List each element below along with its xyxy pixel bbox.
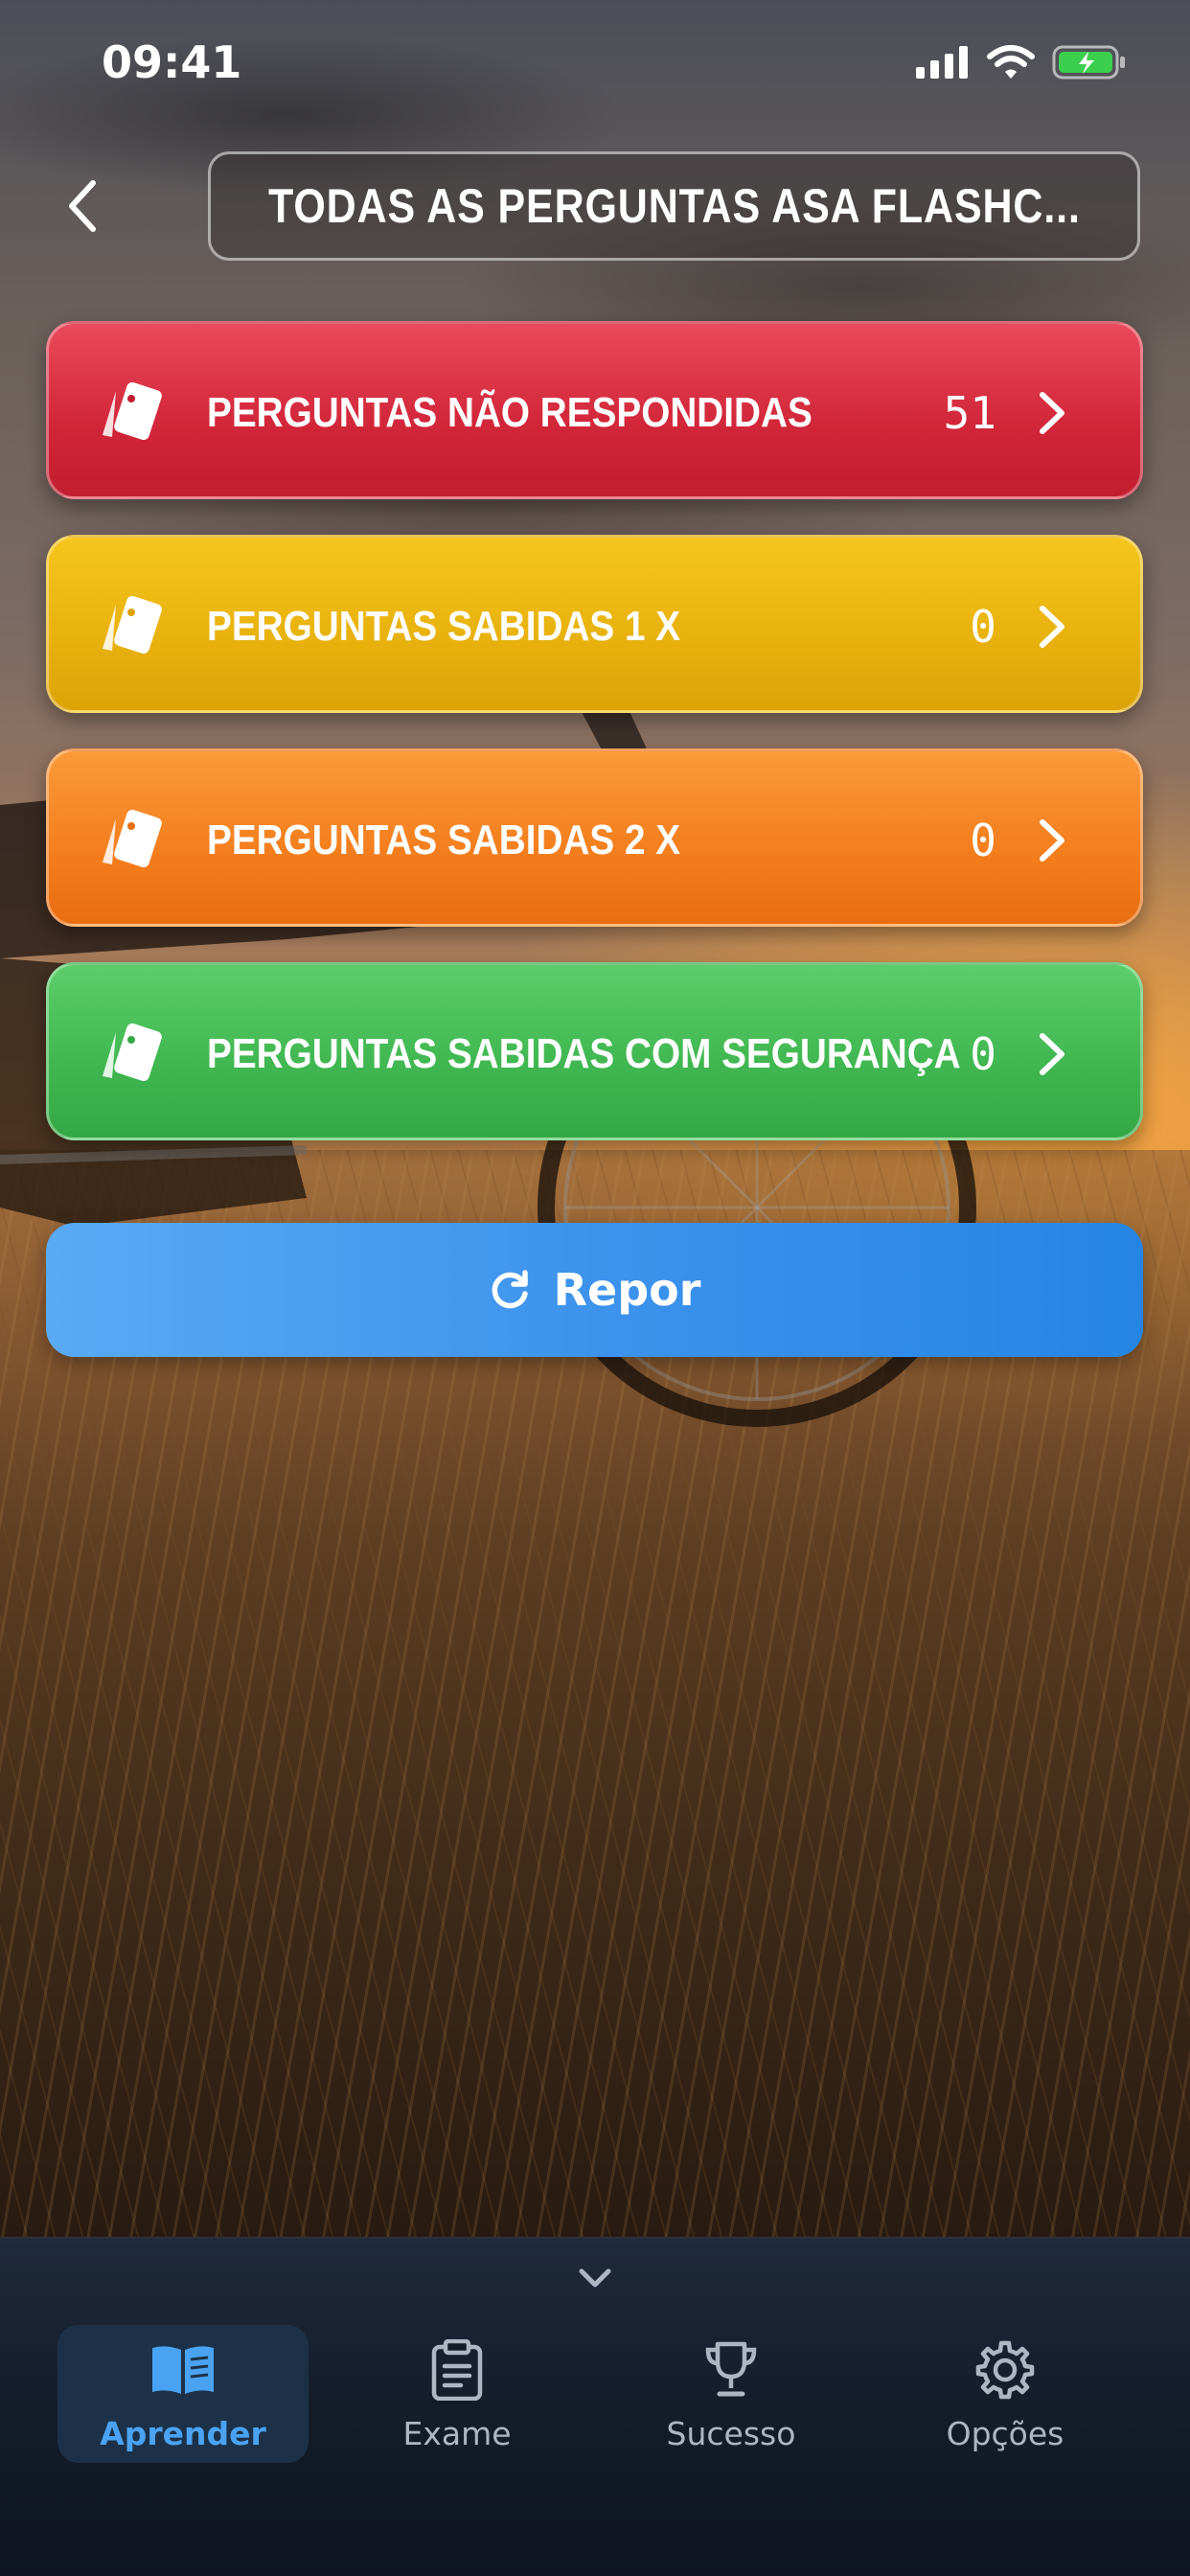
category-label: PERGUNTAS NÃO RESPONDIDAS — [207, 389, 812, 436]
category-unanswered[interactable]: PERGUNTAS NÃO RESPONDIDAS 51 — [46, 321, 1143, 499]
tab-exame[interactable]: Exame — [332, 2325, 583, 2463]
category-known-2x[interactable]: PERGUNTAS SABIDAS 2 X 0 — [46, 748, 1143, 927]
tab-label: Exame — [402, 2415, 512, 2452]
category-known-1x[interactable]: PERGUNTAS SABIDAS 1 X 0 — [46, 535, 1143, 713]
category-count: 51 — [943, 387, 996, 439]
battery-charging-icon — [1052, 45, 1125, 80]
category-known-confident[interactable]: PERGUNTAS SABIDAS COM SEGURANÇA 0 — [46, 962, 1143, 1140]
flashcards-icon — [103, 382, 162, 440]
page-title: TODAS AS PERGUNTAS ASA FLASHC... — [267, 179, 1081, 233]
flashcards-icon — [103, 1024, 162, 1081]
back-button[interactable] — [54, 172, 111, 240]
category-count: 0 — [970, 601, 996, 653]
chevron-right-icon — [1040, 392, 1064, 434]
tab-label: Opções — [946, 2415, 1064, 2452]
chevron-right-icon — [1040, 606, 1064, 648]
cellular-signal-icon — [916, 46, 968, 79]
chevron-left-icon — [69, 180, 96, 232]
wifi-icon — [987, 45, 1035, 79]
page-title-box: TODAS AS PERGUNTAS ASA FLASHC... — [208, 151, 1140, 261]
clipboard-icon — [431, 2339, 483, 2401]
status-time: 09:41 — [102, 36, 242, 88]
reset-button[interactable]: Repor — [46, 1223, 1143, 1357]
tab-aprender[interactable]: Aprender — [57, 2325, 309, 2463]
category-count: 0 — [970, 1028, 996, 1080]
flashcards-icon — [103, 810, 162, 867]
app-screen: 09:41 TODAS AS PERGUNTAS ASA FLASHC... P… — [0, 0, 1190, 2576]
trophy-icon — [705, 2341, 757, 2397]
category-count: 0 — [970, 815, 996, 866]
status-icons — [916, 44, 1127, 80]
chevron-right-icon — [1040, 819, 1064, 862]
tab-sucesso[interactable]: Sucesso — [606, 2325, 857, 2463]
category-label: PERGUNTAS SABIDAS 1 X — [207, 603, 681, 650]
chevron-right-icon — [1040, 1033, 1064, 1075]
category-label: PERGUNTAS SABIDAS COM SEGURANÇA — [207, 1030, 961, 1077]
bottom-navigation: Aprender Exame Sucesso Opções — [0, 2237, 1190, 2576]
gear-icon — [975, 2340, 1035, 2400]
reset-label: Repor — [553, 1264, 701, 1316]
tab-opcoes[interactable]: Opções — [880, 2325, 1131, 2463]
tab-label: Sucesso — [666, 2415, 796, 2452]
category-label: PERGUNTAS SABIDAS 2 X — [207, 816, 681, 863]
flashcards-icon — [103, 596, 162, 654]
refresh-icon — [492, 1270, 528, 1309]
book-icon — [152, 2346, 214, 2394]
status-bar: 09:41 — [0, 0, 1190, 125]
chevron-down-icon[interactable] — [576, 2266, 614, 2292]
tab-label: Aprender — [100, 2415, 266, 2452]
